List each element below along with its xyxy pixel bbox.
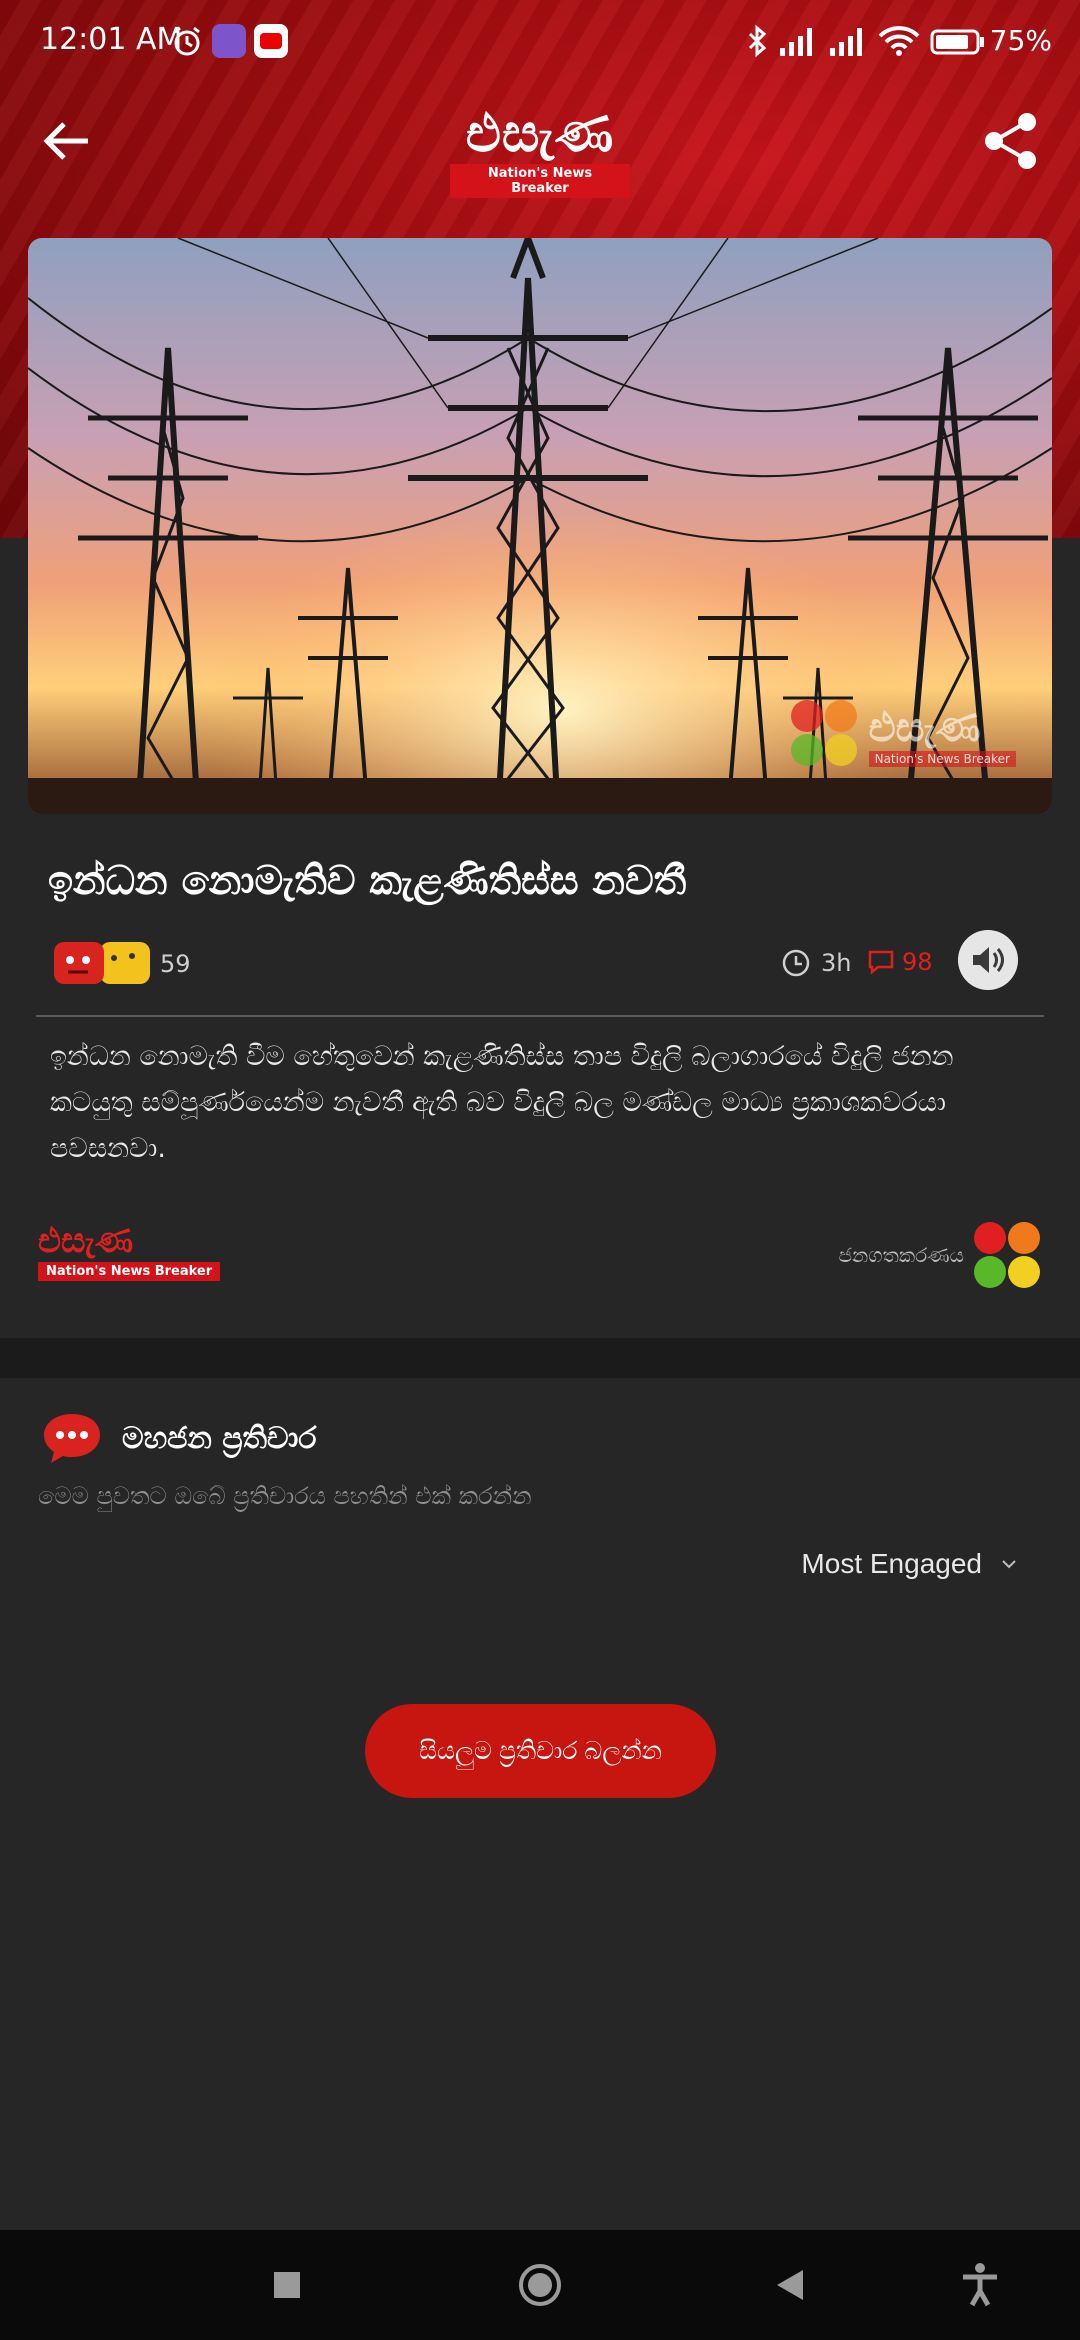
- reaction-emoji-icon[interactable]: [54, 938, 154, 986]
- sort-dropdown[interactable]: Most Engaged: [801, 1548, 1018, 1580]
- battery-icon: [930, 29, 984, 55]
- comment-count-text: 98: [902, 948, 933, 976]
- comment-count[interactable]: 98: [866, 948, 933, 976]
- article-image[interactable]: එසැණ Nation's News Breaker: [28, 238, 1052, 814]
- view-all-comments-button[interactable]: සියලුම ප්‍රතිචාර බලන්න: [365, 1704, 716, 1798]
- watermark-text: එසැණ: [868, 703, 981, 751]
- article-meta: 59 3h 98: [48, 930, 1018, 1000]
- comments-subtitle: මෙම පුවතට ඔබේ ප්‍රතිචාරය පහතින් එක් කරන්…: [38, 1482, 532, 1510]
- back-triangle-icon[interactable]: [765, 2260, 815, 2310]
- popularize-label: ජනගතකරණය: [838, 1243, 964, 1267]
- time-ago: 3h: [781, 948, 851, 978]
- status-time: 12:01 AM: [40, 22, 183, 57]
- source-logo-tagline: Nation's News Breaker: [38, 1262, 221, 1281]
- text-to-speech-button[interactable]: [958, 930, 1018, 990]
- speaker-icon: [973, 947, 1004, 973]
- image-watermark: එසැණ Nation's News Breaker: [790, 700, 1016, 770]
- accessibility-icon[interactable]: [955, 2260, 1005, 2310]
- watermark-dots-icon: [790, 700, 861, 770]
- divider: [36, 1015, 1044, 1017]
- back-arrow-icon[interactable]: [40, 114, 94, 168]
- chat-bubble-icon: [44, 1414, 100, 1463]
- clock-icon: [782, 949, 810, 977]
- stop-icon[interactable]: [262, 2260, 312, 2310]
- article-title: ඉන්ධන නොමැතිව කැළණිතිස්ස නවතී: [48, 858, 687, 904]
- popularize-button[interactable]: ජනගතකරණය: [839, 1222, 1040, 1288]
- watermark-tagline: Nation's News Breaker: [868, 750, 1016, 767]
- battery-percent: 75%: [989, 24, 1052, 57]
- source-logo-text: එසැණ: [38, 1221, 134, 1261]
- share-icon[interactable]: [980, 110, 1042, 172]
- comments-header: මහජන ප්‍රතිචාර: [42, 1410, 317, 1466]
- reaction-count: 59: [160, 950, 191, 978]
- youtube-icon: [254, 24, 288, 58]
- time-ago-text: 3h: [821, 949, 852, 977]
- chevron-down-icon: [1002, 1560, 1016, 1569]
- app-logo: එසැණ Nation's News Breaker: [450, 106, 630, 198]
- logo-text: එසැණ: [465, 103, 615, 164]
- comments-title: මහජන ප්‍රතිචාර: [122, 1420, 317, 1456]
- bluetooth-icon: [748, 24, 767, 58]
- app-bar: එසැණ Nation's News Breaker: [0, 84, 1080, 214]
- sort-selected-label: Most Engaged: [801, 1548, 982, 1579]
- article-body: ඉන්ධන නොමැති වීම හේතුවෙන් කැළණිතිස්ස තාප…: [50, 1041, 954, 1164]
- popularize-icon: [974, 1222, 1040, 1288]
- alarm-icon: [174, 26, 200, 56]
- comment-icon: [868, 950, 894, 975]
- section-separator: [0, 1338, 1080, 1378]
- viber-icon: [212, 24, 246, 58]
- home-icon[interactable]: [515, 2260, 565, 2310]
- wifi-icon: [878, 26, 920, 56]
- status-bar: 12:01 AM 75%: [0, 0, 1080, 84]
- source-logo: එසැණ Nation's News Breaker: [38, 1221, 221, 1281]
- signal-icon: [780, 28, 812, 56]
- logo-tagline: Nation's News Breaker: [450, 164, 630, 198]
- signal-icon-2: [830, 28, 862, 56]
- system-nav-bar: [0, 2230, 1080, 2340]
